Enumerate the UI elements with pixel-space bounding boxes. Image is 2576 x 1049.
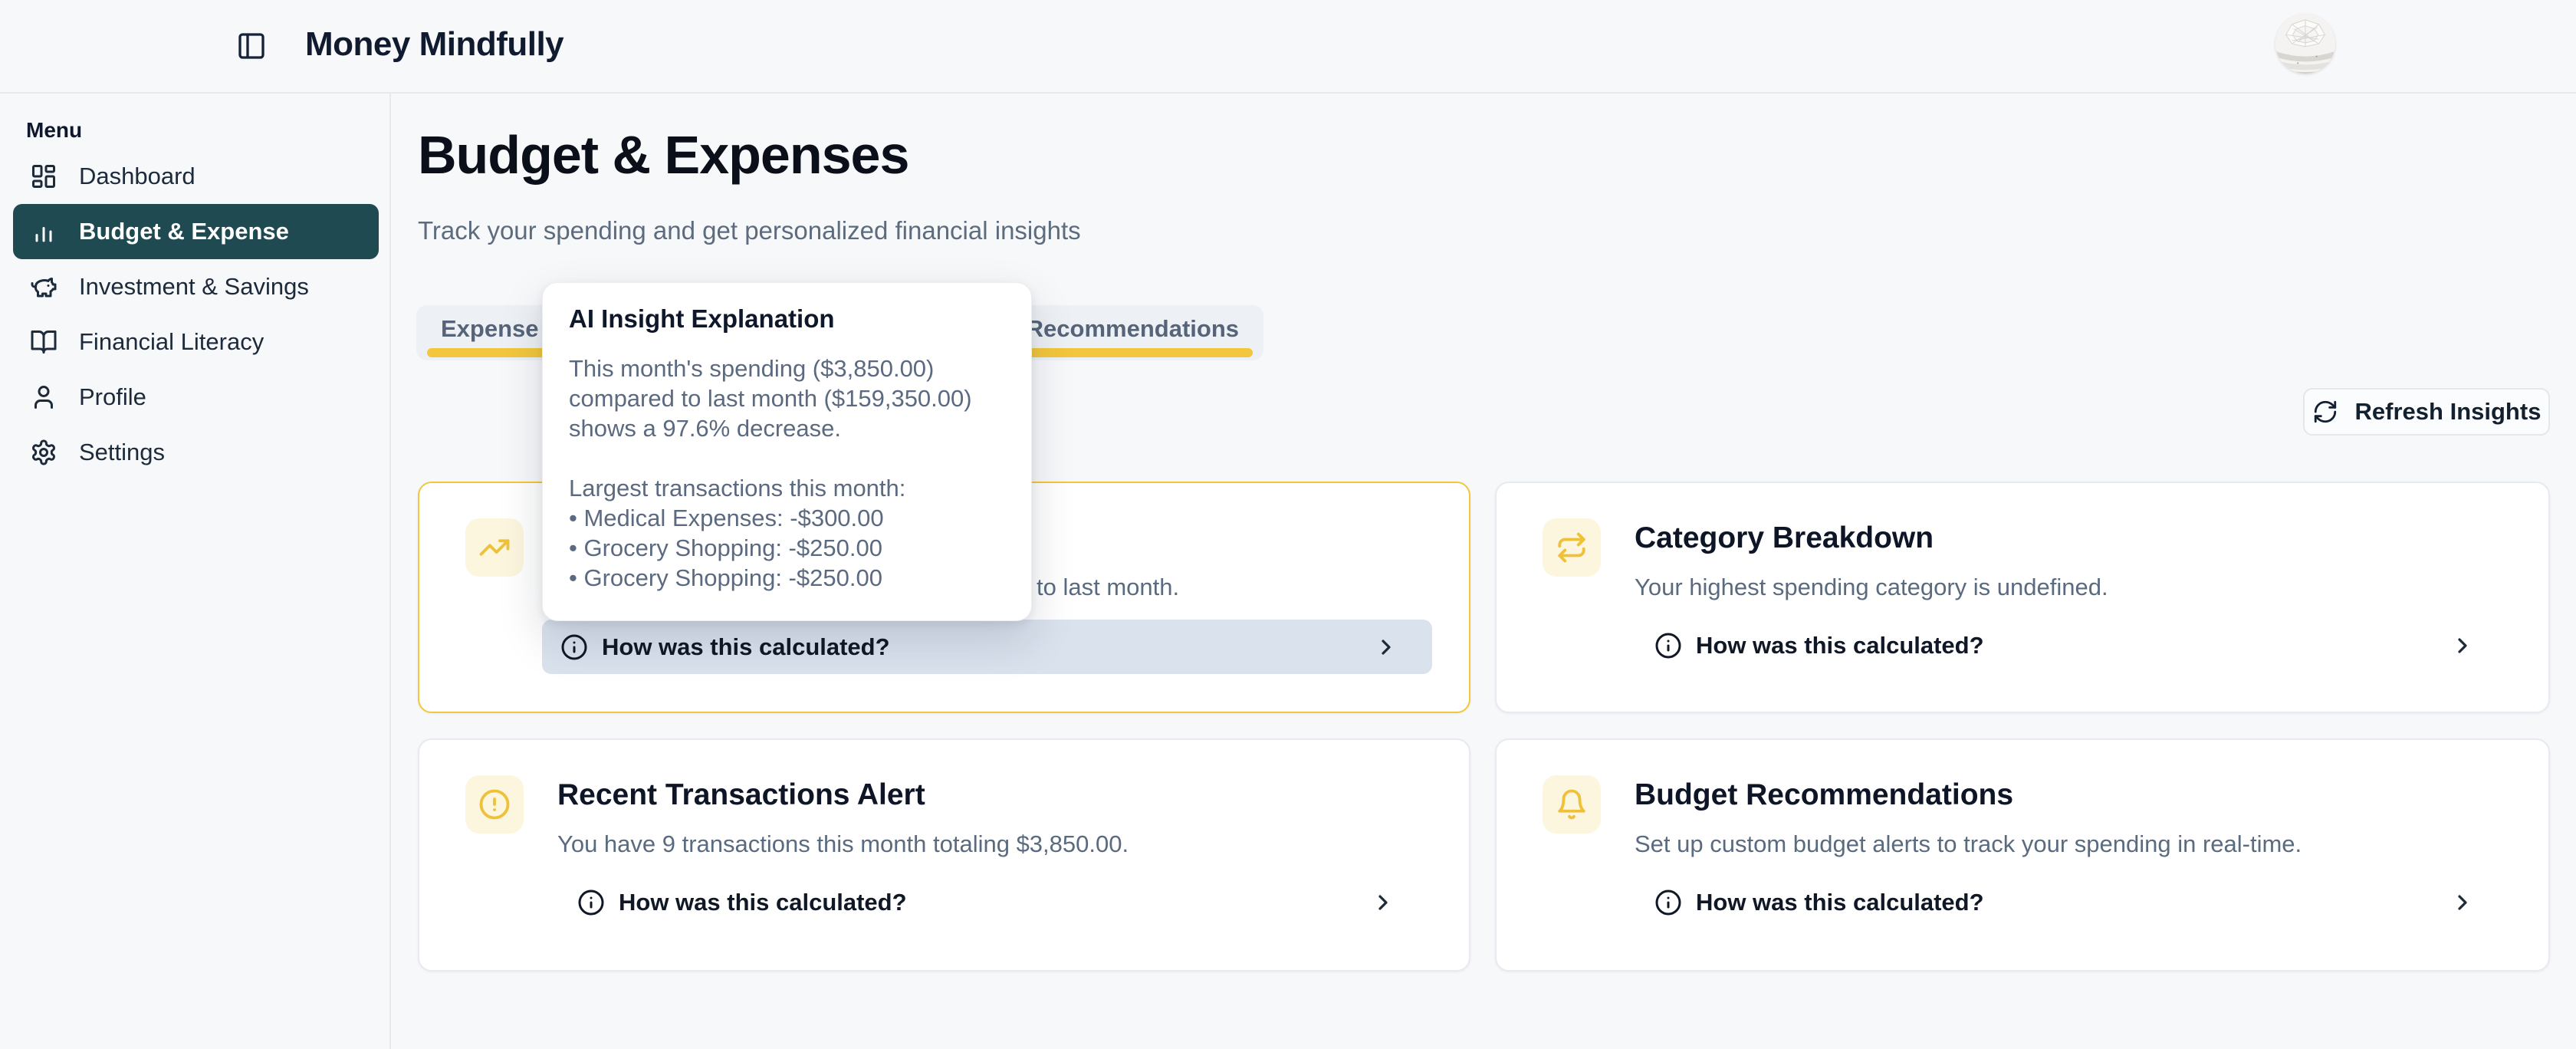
ai-insight-popover: AI Insight Explanation This month's spen… — [542, 282, 1032, 621]
how-calculated-label: How was this calculated? — [1696, 889, 1984, 916]
user-icon — [28, 382, 59, 413]
sidebar-item-label: Investment & Savings — [79, 273, 309, 301]
refresh-icon — [2312, 399, 2338, 425]
sidebar-item-dashboard[interactable]: Dashboard — [13, 149, 379, 204]
popover-paragraph: This month's spending ($3,850.00) compar… — [569, 354, 1005, 443]
sidebar-item-investment-savings[interactable]: Investment & Savings — [13, 259, 379, 314]
refresh-insights-button[interactable]: Refresh Insights — [2303, 388, 2550, 436]
how-calculated-row-transactions[interactable]: How was this calculated? — [557, 878, 1423, 927]
chevron-right-icon — [1371, 890, 1395, 915]
how-calculated-row-spending[interactable]: How was this calculated? — [542, 620, 1432, 674]
how-calculated-label: How was this calculated? — [602, 633, 890, 661]
info-icon — [560, 633, 588, 661]
top-header: Money Mindfully — [0, 0, 2576, 94]
piggy-bank-icon — [28, 271, 59, 302]
card-description-fragment: to last month. — [1037, 574, 1179, 601]
card-title: Recent Transactions Alert — [557, 778, 925, 812]
sidebar-toggle-button[interactable] — [233, 28, 270, 64]
trending-up-icon — [465, 518, 524, 577]
alert-circle-icon — [465, 775, 524, 834]
app-window: Money Mindfully — [0, 0, 2576, 1049]
page-title: Budget & Expenses — [418, 124, 909, 186]
bar-chart-icon — [28, 216, 59, 247]
bell-icon — [1543, 775, 1601, 834]
popover-spacer — [569, 443, 1005, 473]
sidebar-item-label: Dashboard — [79, 163, 196, 190]
popover-bullet: • Medical Expenses: -$300.00 — [569, 503, 1005, 533]
card-recent-transactions-alert: Recent Transactions Alert You have 9 tra… — [418, 738, 1470, 972]
popover-bullet: • Grocery Shopping: -$250.00 — [569, 533, 1005, 563]
refresh-insights-label: Refresh Insights — [2355, 398, 2542, 426]
sidebar-item-profile[interactable]: Profile — [13, 370, 379, 425]
card-budget-recommendations: Budget Recommendations Set up custom bud… — [1495, 738, 2550, 972]
how-calculated-label: How was this calculated? — [619, 889, 907, 916]
card-category-breakdown: Category Breakdown Your highest spending… — [1495, 482, 2550, 713]
how-calculated-label: How was this calculated? — [1696, 632, 1984, 659]
user-avatar[interactable] — [2275, 14, 2335, 74]
how-calculated-row-budget[interactable]: How was this calculated? — [1635, 878, 2502, 927]
sidebar-section-label: Menu — [26, 118, 82, 143]
avatar-image — [2275, 14, 2335, 74]
app-title: Money Mindfully — [305, 25, 564, 64]
popover-title: AI Insight Explanation — [569, 304, 1005, 334]
sidebar-item-label: Financial Literacy — [79, 328, 264, 356]
info-icon — [1654, 889, 1682, 916]
popover-bullet: • Grocery Shopping: -$250.00 — [569, 563, 1005, 593]
chevron-right-icon — [2450, 890, 2475, 915]
info-icon — [1654, 632, 1682, 659]
panel-left-icon — [236, 31, 267, 61]
sidebar-item-financial-literacy[interactable]: Financial Literacy — [13, 314, 379, 370]
sidebar: Menu Dashboard Budget & Expense Investme… — [0, 94, 391, 1049]
info-icon — [577, 889, 605, 916]
card-title: Budget Recommendations — [1635, 778, 2013, 812]
sidebar-item-label: Profile — [79, 383, 146, 411]
sidebar-item-settings[interactable]: Settings — [13, 425, 379, 480]
card-title: Category Breakdown — [1635, 521, 1934, 555]
gear-icon — [28, 437, 59, 468]
sidebar-item-budget-expense[interactable]: Budget & Expense — [13, 204, 379, 259]
chevron-right-icon — [2450, 633, 2475, 658]
popover-list-header: Largest transactions this month: — [569, 473, 1005, 503]
sidebar-item-label: Budget & Expense — [79, 218, 289, 245]
book-open-icon — [28, 327, 59, 357]
sidebar-nav: Dashboard Budget & Expense Investment & … — [0, 149, 391, 480]
card-description: You have 9 transactions this month total… — [557, 830, 1129, 858]
how-calculated-row-category[interactable]: How was this calculated? — [1635, 621, 2502, 670]
chevron-right-icon — [1374, 635, 1398, 659]
page-subtitle: Track your spending and get personalized… — [418, 216, 1081, 245]
card-description: Your highest spending category is undefi… — [1635, 574, 2108, 601]
card-description: Set up custom budget alerts to track you… — [1635, 830, 2302, 858]
repeat-icon — [1543, 518, 1601, 577]
layout-dashboard-icon — [28, 161, 59, 192]
sidebar-item-label: Settings — [79, 439, 165, 466]
